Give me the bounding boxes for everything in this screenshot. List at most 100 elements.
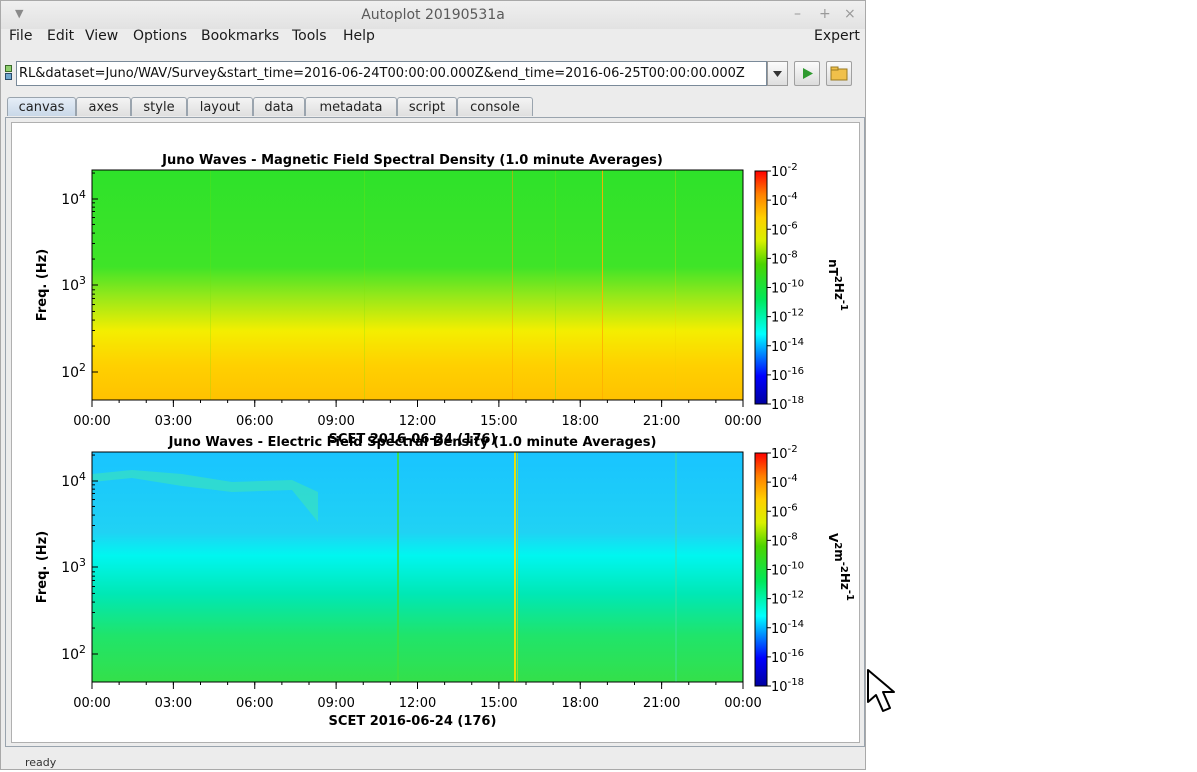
- x-tick-label: 15:00: [480, 696, 517, 711]
- tab-layout[interactable]: layout: [187, 97, 253, 116]
- address-bar: RL&dataset=Juno/WAV/Survey&start_time=20…: [1, 59, 865, 91]
- spectral-streak: [210, 170, 211, 400]
- spectral-streak: [602, 170, 603, 400]
- colorbar-tick-label: 10-6: [771, 502, 798, 520]
- spectral-streak: [675, 452, 677, 682]
- spectral-streak: [517, 452, 518, 682]
- colorbar-tick-label: 10-18: [771, 677, 804, 695]
- tab-script[interactable]: script: [397, 97, 457, 116]
- url-input[interactable]: RL&dataset=Juno/WAV/Survey&start_time=20…: [16, 61, 767, 86]
- plot-title: Juno Waves - Magnetic Field Spectral Den…: [161, 153, 663, 168]
- colorbar-tick-label: 10-4: [771, 191, 798, 209]
- colorbar-tick-label: 10-18: [771, 395, 804, 413]
- tab-metadata[interactable]: metadata: [305, 97, 397, 116]
- x-tick-label: 06:00: [236, 696, 273, 711]
- autoplot-window: ▼ Autoplot 20190531a – + × File Edit Vie…: [0, 0, 866, 770]
- tab-console[interactable]: console: [457, 97, 533, 116]
- x-tick-label: 18:00: [562, 414, 599, 429]
- y-axis-label: Freq. (Hz): [35, 249, 50, 321]
- x-tick-label: 09:00: [317, 414, 354, 429]
- electric-spectrogram-panel: Juno Waves - Electric Field Spectral Den…: [35, 435, 855, 729]
- tab-axes[interactable]: axes: [76, 97, 131, 116]
- menu-file[interactable]: File: [9, 28, 32, 44]
- window-title: Autoplot 20190531a: [361, 7, 505, 23]
- spectrogram-field[interactable]: [92, 170, 743, 400]
- x-tick-label: 18:00: [562, 696, 599, 711]
- tab-canvas[interactable]: canvas: [7, 97, 76, 116]
- x-tick-label: 00:00: [73, 696, 110, 711]
- menu-bookmarks[interactable]: Bookmarks: [201, 28, 279, 44]
- colorbar-tick-label: 10-2: [771, 444, 798, 462]
- folder-icon: [830, 66, 848, 81]
- y-axis-label: Freq. (Hz): [35, 531, 50, 603]
- plot-title: Juno Waves - Electric Field Spectral Den…: [168, 435, 657, 450]
- browse-button[interactable]: [826, 61, 852, 86]
- colorbar-tick-label: 10-12: [771, 590, 804, 608]
- menu-tools[interactable]: Tools: [292, 28, 327, 44]
- y-tick-label: 102: [61, 643, 86, 663]
- spectral-streak: [555, 170, 556, 400]
- colorbar-unit-label: V2m-2Hz-1: [826, 533, 855, 601]
- colorbar: [754, 170, 768, 405]
- title-bar: ▼ Autoplot 20190531a – + ×: [1, 1, 865, 29]
- url-history-dropdown[interactable]: [767, 61, 788, 86]
- chevron-down-icon: [773, 71, 782, 77]
- colorbar-tick-label: 10-6: [771, 220, 798, 238]
- menu-options[interactable]: Options: [133, 28, 187, 44]
- plot-button[interactable]: [794, 61, 820, 86]
- colorbar-tick-label: 10-4: [771, 473, 798, 491]
- colorbar-tick-label: 10-8: [771, 249, 798, 267]
- y-tick-label: 104: [61, 188, 86, 208]
- y-tick-label: 104: [61, 470, 86, 490]
- colorbar-tick-label: 10-14: [771, 619, 804, 637]
- spectral-streak: [675, 170, 676, 400]
- y-tick-label: 102: [61, 361, 86, 381]
- close-icon[interactable]: ×: [844, 6, 856, 22]
- x-tick-label: 21:00: [643, 414, 680, 429]
- plot-canvas[interactable]: Juno Waves - Magnetic Field Spectral Den…: [11, 122, 860, 743]
- menu-edit[interactable]: Edit: [47, 28, 74, 44]
- colorbar-tick-label: 10-10: [771, 279, 804, 297]
- y-tick-label: 103: [61, 274, 86, 294]
- minimize-icon[interactable]: –: [794, 6, 801, 22]
- play-icon: [803, 68, 813, 79]
- x-tick-label: 03:00: [155, 414, 192, 429]
- menu-help[interactable]: Help: [343, 28, 375, 44]
- maximize-icon[interactable]: +: [819, 6, 831, 22]
- colorbar-tick-label: 10-14: [771, 337, 804, 355]
- spectral-streak: [364, 170, 365, 400]
- x-tick-label: 00:00: [73, 414, 110, 429]
- menu-expert[interactable]: Expert: [814, 28, 860, 44]
- colorbar-tick-label: 10-10: [771, 561, 804, 579]
- menu-bar: File Edit View Options Bookmarks Tools H…: [1, 27, 865, 47]
- x-tick-label: 12:00: [399, 414, 436, 429]
- x-tick-label: 00:00: [724, 696, 761, 711]
- colorbar-unit-label: nT2Hz-1: [826, 259, 849, 311]
- colorbar-tick-label: 10-8: [771, 531, 798, 549]
- spectral-streak: [397, 452, 399, 682]
- x-tick-label: 12:00: [399, 696, 436, 711]
- x-tick-label: 00:00: [724, 414, 761, 429]
- x-tick-label: 06:00: [236, 414, 273, 429]
- tab-data[interactable]: data: [253, 97, 305, 116]
- colorbar-tick-label: 10-2: [771, 162, 798, 180]
- tab-style[interactable]: style: [131, 97, 187, 116]
- x-tick-label: 09:00: [317, 696, 354, 711]
- spectral-streak: [512, 170, 513, 400]
- colorbar-tick-label: 10-16: [771, 366, 804, 384]
- canvas-panel: Juno Waves - Magnetic Field Spectral Den…: [5, 117, 865, 747]
- x-tick-label: 03:00: [155, 696, 192, 711]
- colorbar-tick-label: 10-16: [771, 648, 804, 666]
- y-tick-label: 103: [61, 556, 86, 576]
- colorbar: [754, 452, 768, 687]
- menu-view[interactable]: View: [85, 28, 118, 44]
- data-source-icon: [5, 65, 12, 80]
- spectral-streak: [514, 452, 516, 682]
- x-tick-label: 15:00: [480, 414, 517, 429]
- magnetic-spectrogram-panel: Juno Waves - Magnetic Field Spectral Den…: [35, 153, 849, 447]
- x-tick-label: 21:00: [643, 696, 680, 711]
- mouse-pointer-icon: [867, 669, 895, 712]
- x-axis-label: SCET 2016-06-24 (176): [329, 714, 497, 729]
- status-text: ready: [25, 756, 57, 769]
- plots-svg[interactable]: Juno Waves - Magnetic Field Spectral Den…: [12, 123, 859, 742]
